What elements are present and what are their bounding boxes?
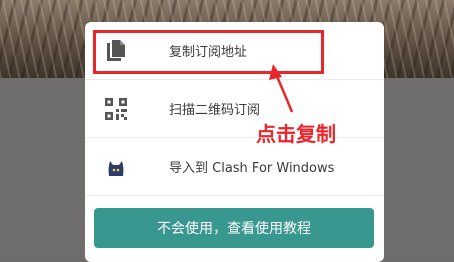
scan-qr-label: 扫描二维码订阅 xyxy=(169,103,261,118)
clash-cat-icon xyxy=(102,153,130,181)
import-clash-item[interactable]: 导入到 Clash For Windows xyxy=(85,138,384,196)
click-to-copy-annotation: 点击复制 xyxy=(256,122,336,146)
scan-qr-item[interactable]: 扫描二维码订阅 xyxy=(85,80,384,138)
qr-code-icon xyxy=(102,95,130,123)
help-tutorial-button[interactable]: 不会使用，查看使用教程 xyxy=(94,208,374,248)
copy-subscription-label: 复制订阅地址 xyxy=(169,45,248,60)
copy-icon xyxy=(102,37,130,65)
import-clash-label: 导入到 Clash For Windows xyxy=(169,161,335,176)
copy-subscription-item[interactable]: 复制订阅地址 xyxy=(85,22,384,80)
